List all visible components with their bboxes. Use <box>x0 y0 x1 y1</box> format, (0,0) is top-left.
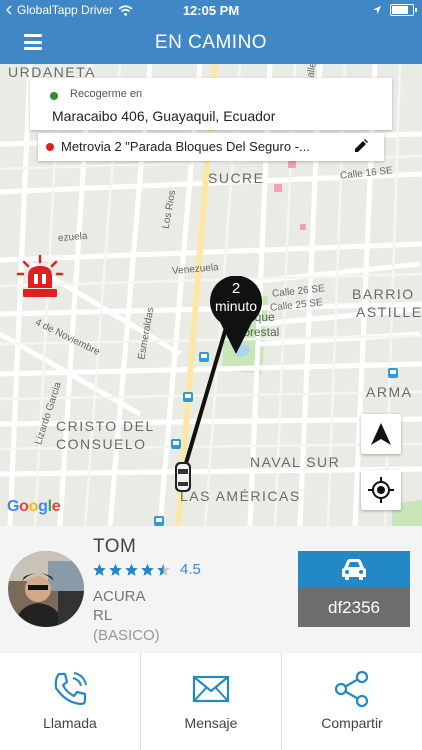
app-header: EN CAMINO <box>0 22 422 64</box>
status-time: 12:05 PM <box>182 3 240 18</box>
destination-address: Metrovia 2 "Parada Bloques Del Seguro -.… <box>61 139 310 154</box>
star-icon <box>93 563 106 576</box>
map-label-cristo-1: CRISTO DEL <box>56 418 155 434</box>
driver-name: TOM <box>93 536 137 557</box>
car-make: ACURA <box>93 588 146 605</box>
destination-card[interactable]: Metrovia 2 "Parada Bloques Del Seguro -.… <box>38 133 384 161</box>
share-button[interactable]: Compartir <box>282 653 422 750</box>
map-label-astille: ASTILLE <box>356 304 422 320</box>
crosshair-icon <box>368 477 394 503</box>
driver-photo <box>8 551 84 627</box>
driver-avatar <box>8 551 84 627</box>
share-icon <box>334 670 369 708</box>
map-label-sucre: SUCRE <box>208 170 265 186</box>
map-label-naval: NAVAL SUR <box>250 454 341 470</box>
status-right <box>372 4 417 16</box>
pickup-card[interactable]: Recogerme en Maracaibo 406, Guayaquil, E… <box>30 78 392 130</box>
location-arrow-icon <box>373 6 381 14</box>
call-button[interactable]: Llamada <box>0 653 141 750</box>
eta-pin: 2 minuto <box>208 275 268 356</box>
battery-icon <box>390 4 417 16</box>
page-title: EN CAMINO <box>154 32 268 53</box>
action-bar: Llamada Mensaje Compartir <box>0 653 422 750</box>
map-label-cristo-2: CONSUELO <box>56 436 147 452</box>
eta-unit: minuto <box>214 298 258 314</box>
car-category: (BASICO) <box>93 627 160 644</box>
panic-siren-icon[interactable] <box>16 254 64 302</box>
driver-rating-value: 4.5 <box>180 561 201 578</box>
navigation-button[interactable] <box>361 414 401 454</box>
eta-value: 2 <box>231 280 241 297</box>
map-label-barrio: BARRIO <box>352 286 415 302</box>
driver-rating-stars: 4.5 <box>92 561 201 578</box>
vehicle-box: df2356 <box>298 551 410 627</box>
vehicle-header <box>298 551 410 588</box>
phone-icon <box>54 672 87 706</box>
message-button[interactable]: Mensaje <box>141 653 282 750</box>
star-icon <box>141 563 154 576</box>
map-label-armas: ARMA <box>366 384 413 400</box>
status-bar: GlobalTapp Driver 12:05 PM <box>0 0 422 22</box>
map-label-americas: LAS AMÉRICAS <box>180 488 301 504</box>
envelope-icon <box>192 675 230 703</box>
my-location-button[interactable] <box>361 470 401 510</box>
pickup-address: Maracaibo 406, Guayaquil, Ecuador <box>52 108 276 124</box>
car-model: RL <box>93 607 113 624</box>
pickup-dot-icon <box>50 92 58 100</box>
destination-dot-icon <box>46 143 54 151</box>
navigation-arrow-icon <box>371 423 391 445</box>
star-icon <box>125 563 138 576</box>
license-plate: df2356 <box>298 588 410 627</box>
edit-pencil-icon[interactable] <box>354 139 368 153</box>
pickup-label: Recogerme en <box>70 88 143 100</box>
star-icon <box>109 563 122 576</box>
share-label: Compartir <box>321 715 383 731</box>
car-icon <box>342 558 366 580</box>
call-label: Llamada <box>43 715 97 731</box>
star-icon <box>157 563 170 576</box>
driver-panel: TOM 4.5 ACURA RL (BASICO) df2356 <box>0 526 422 653</box>
google-logo: Google <box>7 498 61 515</box>
message-label: Mensaje <box>184 715 238 731</box>
